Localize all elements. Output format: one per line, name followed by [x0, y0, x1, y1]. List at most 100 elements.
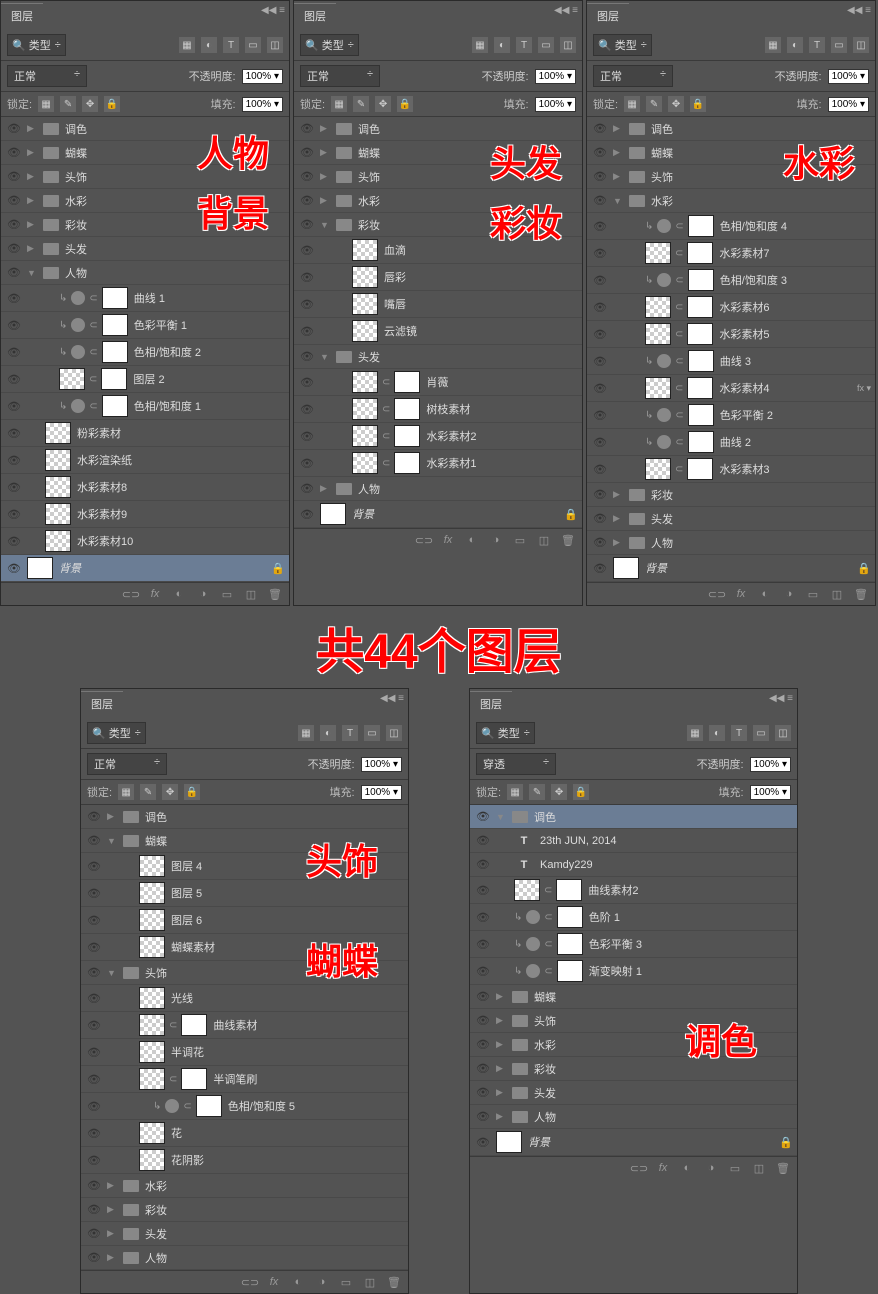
- lock-pixels-icon[interactable]: ▦: [38, 96, 54, 112]
- link-icon[interactable]: ⊂⊃: [416, 533, 432, 547]
- opacity-input[interactable]: 100% ▾: [828, 69, 869, 84]
- layer-name[interactable]: 彩妆: [63, 217, 285, 233]
- layer-name[interactable]: 头饰: [356, 169, 578, 185]
- visibility-icon[interactable]: 👁: [5, 454, 23, 467]
- visibility-icon[interactable]: 👁: [85, 1251, 103, 1264]
- link-icon[interactable]: ⊂⊃: [631, 1161, 647, 1175]
- expand-icon[interactable]: ▶: [496, 1087, 508, 1098]
- layer-thumb[interactable]: [139, 936, 165, 958]
- lock-icon[interactable]: 🔒: [779, 1136, 793, 1149]
- expand-icon[interactable]: ▶: [320, 171, 332, 182]
- layer-row[interactable]: 👁↳⊂曲线 2: [587, 429, 875, 456]
- layer-name[interactable]: 蝴蝶: [532, 989, 793, 1005]
- visibility-icon[interactable]: 👁: [474, 858, 492, 871]
- layer-thumb[interactable]: [139, 987, 165, 1009]
- visibility-icon[interactable]: 👁: [474, 1038, 492, 1051]
- mask-thumb[interactable]: [102, 395, 128, 417]
- layer-row[interactable]: 👁▶蝴蝶: [1, 141, 289, 165]
- collapse-icon[interactable]: ▼: [613, 196, 625, 206]
- fill-input[interactable]: 100% ▾: [242, 97, 283, 112]
- expand-icon[interactable]: ▶: [496, 1015, 508, 1026]
- layer-row[interactable]: 👁▶调色: [294, 117, 582, 141]
- layer-row[interactable]: 👁▶头饰: [294, 165, 582, 189]
- mask-thumb[interactable]: [557, 960, 583, 982]
- layer-row[interactable]: 👁花: [81, 1120, 408, 1147]
- layer-row[interactable]: 👁▶水彩: [1, 189, 289, 213]
- adjustment-icon[interactable]: ◑: [703, 1161, 719, 1175]
- layer-name[interactable]: 渐变映射 1: [587, 963, 793, 979]
- mask-icon[interactable]: ◐: [290, 1275, 306, 1289]
- mask-icon[interactable]: ◐: [757, 587, 773, 601]
- filter-text-icon[interactable]: T: [809, 37, 825, 53]
- expand-icon[interactable]: ▶: [320, 147, 332, 158]
- visibility-icon[interactable]: 👁: [85, 992, 103, 1005]
- visibility-icon[interactable]: 👁: [474, 990, 492, 1003]
- visibility-icon[interactable]: 👁: [591, 463, 609, 476]
- collapse-icon[interactable]: ▼: [27, 268, 39, 278]
- layer-row[interactable]: 👁▼头饰: [81, 961, 408, 985]
- visibility-icon[interactable]: 👁: [591, 436, 609, 449]
- layer-name[interactable]: 蝴蝶: [63, 145, 285, 161]
- mask-thumb[interactable]: [394, 371, 420, 393]
- mask-thumb[interactable]: [181, 1068, 207, 1090]
- layer-name[interactable]: 光线: [169, 990, 404, 1006]
- layer-name[interactable]: 水彩素材7: [717, 245, 871, 261]
- layer-thumb[interactable]: [613, 557, 639, 579]
- layer-row[interactable]: 👁⊂水彩素材6: [587, 294, 875, 321]
- layer-row[interactable]: 👁粉彩素材: [1, 420, 289, 447]
- layer-thumb[interactable]: [352, 320, 378, 342]
- visibility-icon[interactable]: 👁: [5, 266, 23, 279]
- filter-image-icon[interactable]: ▦: [765, 37, 781, 53]
- layer-row[interactable]: 👁⊂肖薇: [294, 369, 582, 396]
- visibility-icon[interactable]: 👁: [591, 536, 609, 549]
- group-icon[interactable]: ▭: [219, 587, 235, 601]
- layer-name[interactable]: 水彩素材4: [717, 380, 853, 396]
- mask-thumb[interactable]: [688, 269, 714, 291]
- visibility-icon[interactable]: 👁: [85, 1227, 103, 1240]
- layer-row[interactable]: 👁 水彩渲染纸: [1, 447, 289, 474]
- layer-row[interactable]: 👁⊂水彩素材2: [294, 423, 582, 450]
- visibility-icon[interactable]: 👁: [298, 482, 316, 495]
- filter-adjust-icon[interactable]: ◐: [320, 725, 336, 741]
- layer-name[interactable]: 蝴蝶: [356, 145, 578, 161]
- layer-row[interactable]: 👁水彩素材9: [1, 501, 289, 528]
- layer-row[interactable]: 👁↳⊂色相/饱和度 3: [587, 267, 875, 294]
- expand-icon[interactable]: ▶: [107, 1252, 119, 1263]
- layer-thumb[interactable]: [45, 530, 71, 552]
- layer-row[interactable]: 👁⊂水彩素材3: [587, 456, 875, 483]
- filter-shape-icon[interactable]: ▭: [753, 725, 769, 741]
- expand-icon[interactable]: ▶: [613, 537, 625, 548]
- visibility-icon[interactable]: 👁: [591, 274, 609, 287]
- visibility-icon[interactable]: 👁: [298, 122, 316, 135]
- layer-name[interactable]: 水彩素材2: [424, 428, 578, 444]
- layer-thumb[interactable]: [352, 425, 378, 447]
- layer-thumb[interactable]: [45, 476, 71, 498]
- layer-row[interactable]: 👁背景🔒: [294, 501, 582, 528]
- layer-name[interactable]: 色彩平衡 3: [587, 936, 793, 952]
- layer-name[interactable]: 图层 6: [169, 912, 404, 928]
- layer-name[interactable]: 花: [169, 1125, 404, 1141]
- layer-name[interactable]: 彩妆: [649, 487, 871, 503]
- trash-icon[interactable]: 🗑: [853, 587, 869, 601]
- layer-row[interactable]: 👁图层 6: [81, 907, 408, 934]
- layer-name[interactable]: 图层 2: [131, 371, 285, 387]
- layer-name[interactable]: 水彩素材5: [717, 326, 871, 342]
- mask-icon[interactable]: ◐: [171, 587, 187, 601]
- layer-name[interactable]: 色相/饱和度 1: [132, 398, 285, 414]
- layer-row[interactable]: 👁▼蝴蝶: [81, 829, 408, 853]
- layer-row[interactable]: 👁⊂水彩素材7: [587, 240, 875, 267]
- layer-thumb[interactable]: [352, 293, 378, 315]
- layer-name[interactable]: 水彩: [532, 1037, 793, 1053]
- visibility-icon[interactable]: 👁: [298, 271, 316, 284]
- visibility-icon[interactable]: 👁: [474, 1086, 492, 1099]
- fill-input[interactable]: 100% ▾: [828, 97, 869, 112]
- expand-icon[interactable]: ▶: [613, 513, 625, 524]
- filter-dropdown[interactable]: 🔍 类型 ÷: [87, 722, 146, 744]
- layer-name[interactable]: 血滴: [382, 242, 578, 258]
- visibility-icon[interactable]: 👁: [85, 1179, 103, 1192]
- layer-name[interactable]: 蝴蝶素材: [169, 939, 404, 955]
- layer-name[interactable]: 水彩渲染纸: [75, 452, 285, 468]
- layer-row[interactable]: 👁⊂曲线素材2: [470, 877, 797, 904]
- layer-row[interactable]: 👁▶头发: [587, 507, 875, 531]
- layer-row[interactable]: 👁▶水彩: [294, 189, 582, 213]
